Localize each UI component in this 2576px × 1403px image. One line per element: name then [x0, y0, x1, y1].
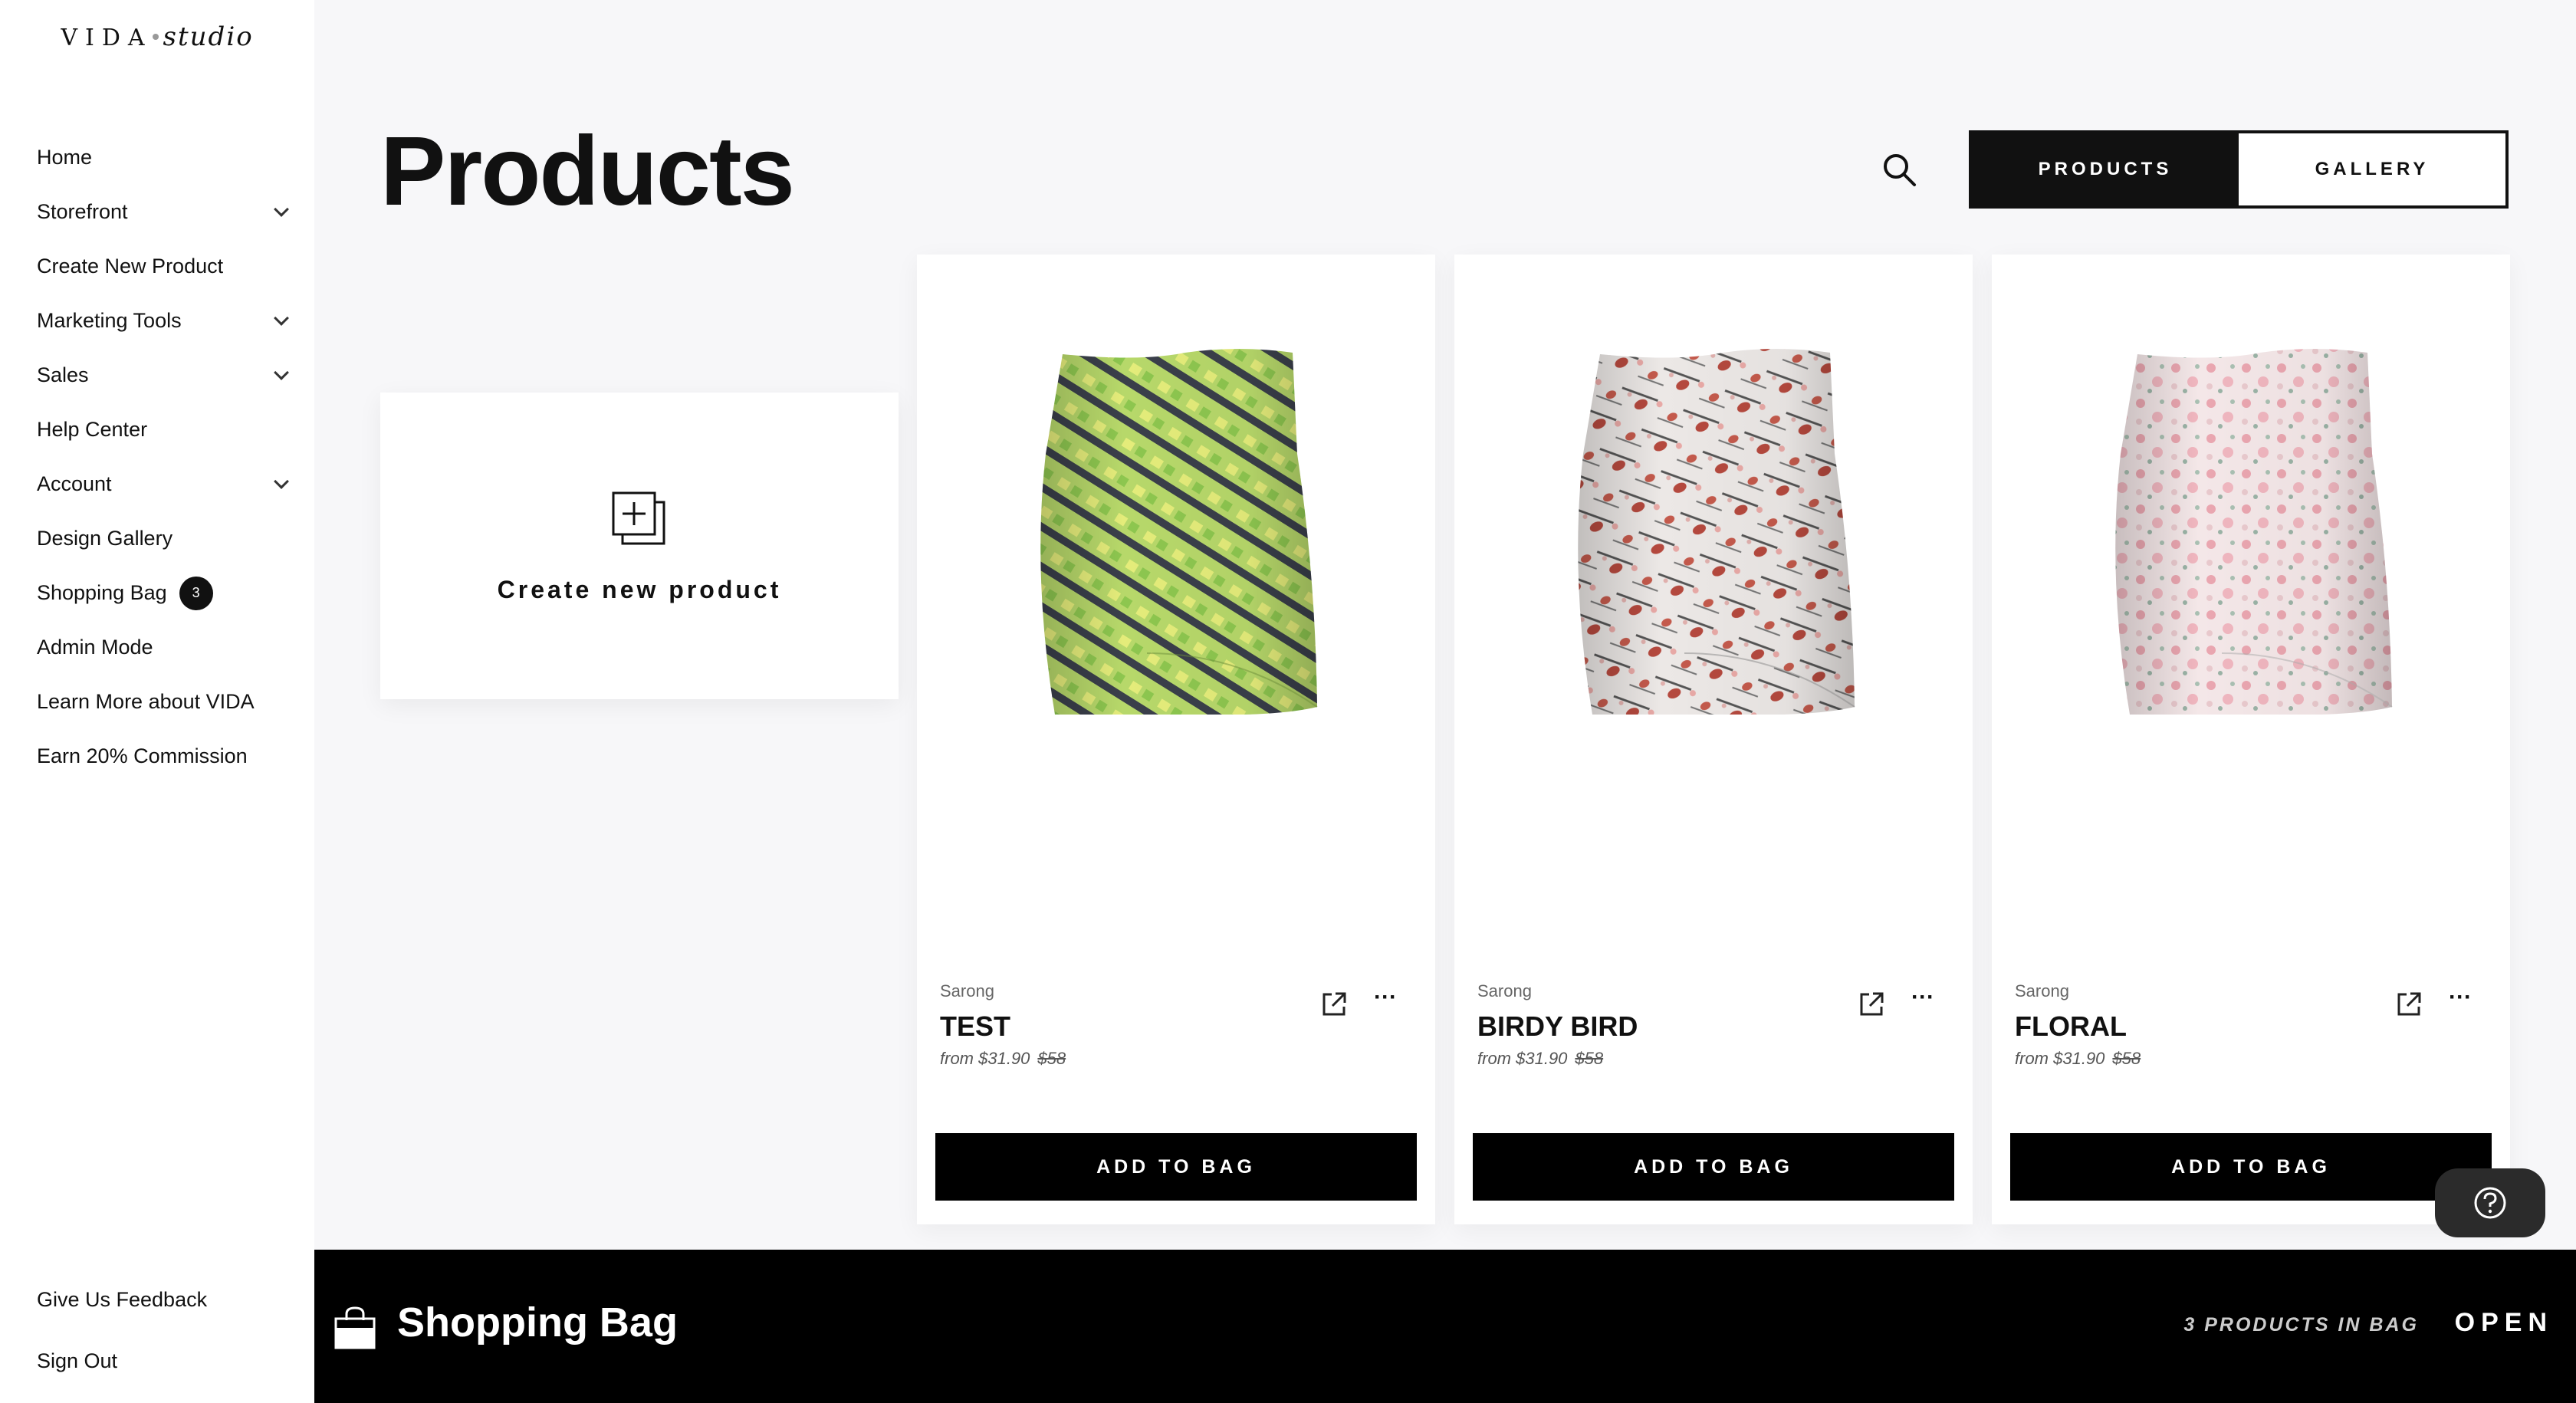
product-price: from $31.90 $58: [2015, 1049, 2141, 1069]
logo-text-vida: VIDA: [61, 25, 153, 51]
sidebar-item-create-new-product[interactable]: Create New Product: [37, 239, 290, 294]
sidebar-item-learn-more[interactable]: Learn More about VIDA: [37, 675, 290, 729]
price-original: $58: [2112, 1049, 2141, 1068]
sidebar: VIDA studio Home Storefront Create New Pr…: [0, 0, 314, 1403]
more-options-icon[interactable]: ···: [1910, 986, 1936, 1015]
question-mark-icon: [2474, 1187, 2506, 1219]
sidebar-item-label: Marketing Tools: [37, 309, 182, 332]
product-card: Sarong FLORAL from $31.90 $58 ··· ADD TO …: [1992, 255, 2510, 1224]
sidebar-item-sales[interactable]: Sales: [37, 348, 290, 402]
product-card: Sarong BIRDY BIRD from $31.90 $58 ··· ADD…: [1454, 255, 1973, 1224]
price-original: $58: [1037, 1049, 1066, 1068]
product-card: Sarong TEST from $31.90 $58 ··· ADD TO BA…: [917, 255, 1435, 1224]
page-title: Products: [380, 117, 795, 226]
sidebar-item-design-gallery[interactable]: Design Gallery: [37, 511, 290, 566]
product-price: from $31.90 $58: [940, 1049, 1066, 1069]
product-type: Sarong: [940, 981, 994, 1001]
product-type: Sarong: [1477, 981, 1532, 1001]
sidebar-item-storefront[interactable]: Storefront: [37, 185, 290, 239]
sidebar-item-label: Learn More about VIDA: [37, 690, 255, 713]
logo-separator: [152, 34, 159, 40]
tab-gallery[interactable]: GALLERY: [2239, 133, 2505, 205]
external-link-icon[interactable]: [2395, 991, 2423, 1018]
chevron-down-icon[interactable]: [274, 473, 289, 489]
add-product-icon: [612, 491, 665, 544]
view-toggle: PRODUCTS GALLERY: [1969, 130, 2509, 209]
chevron-down-icon[interactable]: [274, 310, 289, 326]
sidebar-nav: Home Storefront Create New Product Marke…: [37, 130, 290, 784]
open-bag-button[interactable]: OPEN: [2455, 1308, 2553, 1338]
price-prefix: from: [2015, 1049, 2049, 1068]
chevron-down-icon[interactable]: [274, 201, 289, 217]
product-image[interactable]: [1992, 255, 2510, 945]
add-to-bag-button[interactable]: ADD TO BAG: [2010, 1133, 2492, 1201]
price-current: $31.90: [2053, 1049, 2105, 1068]
bag-count-badge: 3: [179, 576, 213, 610]
sidebar-item-label: Help Center: [37, 418, 148, 441]
sidebar-item-label: Design Gallery: [37, 527, 173, 550]
create-new-product-label: Create new product: [497, 575, 782, 603]
sidebar-item-feedback[interactable]: Give Us Feedback: [37, 1269, 207, 1330]
product-name[interactable]: BIRDY BIRD: [1477, 1010, 1638, 1043]
price-prefix: from: [1477, 1049, 1511, 1068]
product-name[interactable]: FLORAL: [2015, 1010, 2127, 1043]
help-button[interactable]: [2435, 1168, 2545, 1237]
sidebar-item-marketing-tools[interactable]: Marketing Tools: [37, 294, 290, 348]
price-original: $58: [1575, 1049, 1604, 1068]
product-price: from $31.90 $58: [1477, 1049, 1603, 1069]
price-current: $31.90: [978, 1049, 1030, 1068]
sidebar-item-admin-mode[interactable]: Admin Mode: [37, 620, 290, 675]
sidebar-item-home[interactable]: Home: [37, 130, 290, 185]
sidebar-item-label: Shopping Bag: [37, 581, 167, 604]
price-prefix: from: [940, 1049, 974, 1068]
shopping-bag-title: Shopping Bag: [397, 1300, 678, 1346]
bag-product-count: 3 PRODUCTS IN BAG: [2183, 1314, 2419, 1336]
sidebar-item-label: Create New Product: [37, 255, 224, 278]
sidebar-item-sign-out[interactable]: Sign Out: [37, 1330, 207, 1392]
search-icon[interactable]: [1880, 150, 1918, 189]
add-to-bag-button[interactable]: ADD TO BAG: [1473, 1133, 1954, 1201]
product-image[interactable]: [1454, 255, 1973, 945]
more-options-icon[interactable]: ···: [1372, 986, 1398, 1015]
add-to-bag-button[interactable]: ADD TO BAG: [935, 1133, 1417, 1201]
external-link-icon[interactable]: [1320, 991, 1348, 1018]
sidebar-item-earn-commission[interactable]: Earn 20% Commission: [37, 729, 290, 784]
logo-text-studio: studio: [163, 21, 254, 52]
sidebar-item-label: Sales: [37, 363, 89, 386]
tab-products[interactable]: PRODUCTS: [1972, 133, 2239, 205]
sidebar-item-account[interactable]: Account: [37, 457, 290, 511]
sidebar-bottom-nav: Give Us Feedback Sign Out: [37, 1269, 207, 1392]
sidebar-item-label: Account: [37, 472, 112, 495]
external-link-icon[interactable]: [1858, 991, 1885, 1018]
sidebar-item-shopping-bag[interactable]: Shopping Bag 3: [37, 566, 290, 620]
product-name[interactable]: TEST: [940, 1010, 1010, 1043]
shopping-bag-icon: [334, 1306, 376, 1349]
sidebar-item-help-center[interactable]: Help Center: [37, 402, 290, 457]
sidebar-item-label: Admin Mode: [37, 636, 153, 659]
create-new-product-card[interactable]: Create new product: [380, 393, 899, 699]
chevron-down-icon[interactable]: [274, 364, 289, 380]
sidebar-item-label: Storefront: [37, 200, 128, 223]
product-type: Sarong: [2015, 981, 2069, 1001]
sidebar-item-label: Home: [37, 146, 93, 169]
shopping-bag-bar[interactable]: Shopping Bag 3 PRODUCTS IN BAG OPEN: [314, 1250, 2576, 1403]
sidebar-item-label: Earn 20% Commission: [37, 744, 248, 767]
vida-studio-logo[interactable]: VIDA studio: [0, 21, 314, 52]
price-current: $31.90: [1516, 1049, 1568, 1068]
more-options-icon[interactable]: ···: [2447, 986, 2473, 1015]
product-image[interactable]: [917, 255, 1435, 945]
